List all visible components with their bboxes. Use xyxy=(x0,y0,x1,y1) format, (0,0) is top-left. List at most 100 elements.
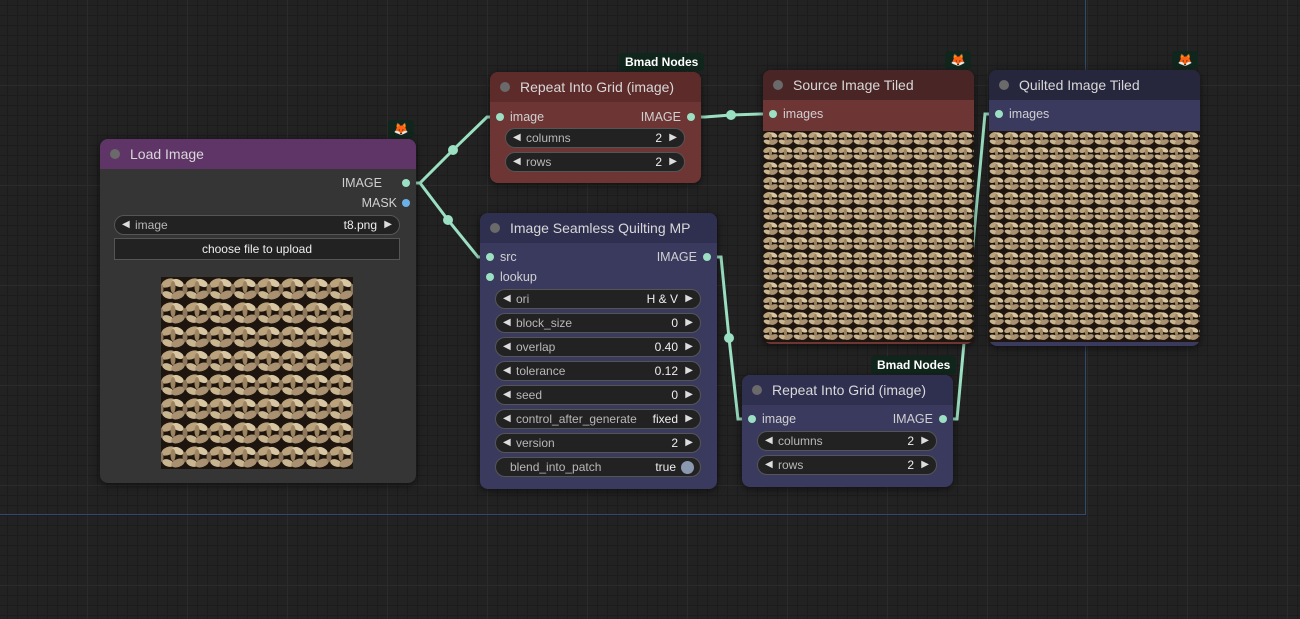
triangle-right-icon[interactable]: ▶ xyxy=(685,293,693,304)
triangle-right-icon[interactable]: ▶ xyxy=(669,132,677,143)
input-label-lookup: lookup xyxy=(500,270,537,284)
output-slot-image[interactable] xyxy=(687,113,695,121)
collapse-dot-icon[interactable] xyxy=(490,223,500,233)
triangle-left-icon[interactable]: ◀ xyxy=(503,413,511,424)
wire-midpoint-dot[interactable] xyxy=(443,215,453,225)
columns-widget[interactable]: ◀ columns 2 ▶ xyxy=(505,128,685,148)
node-title-bar[interactable]: Image Seamless Quilting MP xyxy=(480,213,717,243)
widget-value: 0.40 xyxy=(654,340,678,354)
triangle-left-icon[interactable]: ◀ xyxy=(503,365,511,376)
input-slot-image[interactable] xyxy=(748,415,756,423)
triangle-left-icon[interactable]: ◀ xyxy=(503,437,511,448)
triangle-left-icon[interactable]: ◀ xyxy=(122,219,130,230)
wire-load-to-repeat-top[interactable] xyxy=(406,115,499,185)
triangle-right-icon[interactable]: ▶ xyxy=(685,365,693,376)
collapse-dot-icon[interactable] xyxy=(500,82,510,92)
collapse-dot-icon[interactable] xyxy=(110,149,120,159)
version-widget[interactable]: ◀ version 2 ▶ xyxy=(495,433,701,453)
wire-repeat-top-to-source[interactable] xyxy=(691,112,773,119)
triangle-left-icon[interactable]: ◀ xyxy=(503,317,511,328)
output-slot-image[interactable] xyxy=(939,415,947,423)
image-seamless-quilting-node[interactable]: Image Seamless Quilting MP src lookup IM… xyxy=(480,213,717,489)
control-after-generate-widget[interactable]: ◀ control_after_generate fixed ▶ xyxy=(495,409,701,429)
columns-widget[interactable]: ◀ columns 2 ▶ xyxy=(757,431,937,451)
image-preview xyxy=(989,131,1200,342)
triangle-right-icon[interactable]: ▶ xyxy=(685,317,693,328)
triangle-right-icon[interactable]: ▶ xyxy=(685,341,693,352)
input-slot-src[interactable] xyxy=(486,253,494,261)
fox-icon: 🦊 xyxy=(1172,51,1198,69)
node-title-bar[interactable]: Source Image Tiled xyxy=(763,70,974,100)
wire-midpoint-dot[interactable] xyxy=(724,333,734,343)
triangle-right-icon[interactable]: ▶ xyxy=(921,459,929,470)
collapse-dot-icon[interactable] xyxy=(999,80,1009,90)
triangle-right-icon[interactable]: ▶ xyxy=(384,219,392,230)
input-label-image: image xyxy=(510,110,545,124)
widget-value: 0.12 xyxy=(654,364,678,378)
triangle-left-icon[interactable]: ◀ xyxy=(765,435,773,446)
widget-value: H & V xyxy=(646,292,678,306)
triangle-left-icon[interactable]: ◀ xyxy=(513,156,521,167)
quilted-image-tiled-node[interactable]: Quilted Image Tiled images xyxy=(989,70,1200,346)
input-slot-images[interactable] xyxy=(769,110,777,118)
widget-label: seed xyxy=(516,388,543,402)
repeat-into-grid-node[interactable]: Repeat Into Grid (image) image IMAGE ◀ c… xyxy=(490,72,701,183)
triangle-right-icon[interactable]: ▶ xyxy=(685,413,693,424)
widget-label: tolerance xyxy=(516,364,566,378)
repeat-into-grid-node-bottom[interactable]: Repeat Into Grid (image) image IMAGE ◀ c… xyxy=(742,375,953,487)
tolerance-widget[interactable]: ◀ tolerance 0.12 ▶ xyxy=(495,361,701,381)
widget-label: ori xyxy=(516,292,530,306)
widget-label: columns xyxy=(778,434,823,448)
overlap-widget[interactable]: ◀ overlap 0.40 ▶ xyxy=(495,337,701,357)
blend-into-patch-toggle[interactable]: blend_into_patch true xyxy=(495,457,701,477)
node-title-bar[interactable]: Repeat Into Grid (image) xyxy=(490,72,701,102)
triangle-left-icon[interactable]: ◀ xyxy=(503,293,511,304)
node-title-bar[interactable]: Load Image xyxy=(100,139,416,169)
upload-button[interactable]: choose file to upload xyxy=(114,238,400,260)
triangle-left-icon[interactable]: ◀ xyxy=(503,389,511,400)
triangle-left-icon[interactable]: ◀ xyxy=(765,459,773,470)
seed-widget[interactable]: ◀ seed 0 ▶ xyxy=(495,385,701,405)
toggle-knob-icon[interactable] xyxy=(681,461,694,474)
collapse-dot-icon[interactable] xyxy=(773,80,783,90)
output-slot-image[interactable] xyxy=(402,179,410,187)
rows-widget[interactable]: ◀ rows 2 ▶ xyxy=(757,455,937,475)
node-title: Quilted Image Tiled xyxy=(1019,77,1140,93)
triangle-right-icon[interactable]: ▶ xyxy=(685,389,693,400)
output-slot-mask[interactable] xyxy=(402,199,410,207)
wire-midpoint-dot[interactable] xyxy=(448,145,458,155)
input-slot-images[interactable] xyxy=(995,110,1003,118)
fox-icon: 🦊 xyxy=(945,51,971,69)
node-title: Load Image xyxy=(130,146,204,162)
triangle-left-icon[interactable]: ◀ xyxy=(503,341,511,352)
triangle-right-icon[interactable]: ▶ xyxy=(685,437,693,448)
triangle-right-icon[interactable]: ▶ xyxy=(921,435,929,446)
wire-load-to-quilting[interactable] xyxy=(406,181,490,259)
widget-value: true xyxy=(655,460,676,474)
output-label-image: IMAGE xyxy=(892,412,933,426)
node-title-bar[interactable]: Quilted Image Tiled xyxy=(989,70,1200,100)
input-slot-lookup[interactable] xyxy=(486,273,494,281)
output-label-mask: MASK xyxy=(361,196,397,210)
image-preview xyxy=(763,131,974,342)
source-image-tiled-node[interactable]: Source Image Tiled images xyxy=(763,70,974,344)
output-label-image: IMAGE xyxy=(640,110,681,124)
input-slot-image[interactable] xyxy=(496,113,504,121)
collapse-dot-icon[interactable] xyxy=(752,385,762,395)
block-size-widget[interactable]: ◀ block_size 0 ▶ xyxy=(495,313,701,333)
load-image-node[interactable]: Load Image IMAGE MASK ◀ image t8.png ▶ c… xyxy=(100,139,416,483)
input-label-image: image xyxy=(762,412,797,426)
image-combo-widget[interactable]: ◀ image t8.png ▶ xyxy=(114,215,400,235)
rows-widget[interactable]: ◀ rows 2 ▶ xyxy=(505,152,685,172)
widget-value: 2 xyxy=(907,434,914,448)
output-slot-image[interactable] xyxy=(703,253,711,261)
triangle-right-icon[interactable]: ▶ xyxy=(669,156,677,167)
triangle-left-icon[interactable]: ◀ xyxy=(513,132,521,143)
widget-value: 2 xyxy=(671,436,678,450)
wire-midpoint-dot[interactable] xyxy=(726,110,736,120)
fox-icon: 🦊 xyxy=(388,120,414,138)
node-title-bar[interactable]: Repeat Into Grid (image) xyxy=(742,375,953,405)
ori-widget[interactable]: ◀ ori H & V ▶ xyxy=(495,289,701,309)
input-label-images: images xyxy=(783,107,824,121)
node-title: Source Image Tiled xyxy=(793,77,914,93)
